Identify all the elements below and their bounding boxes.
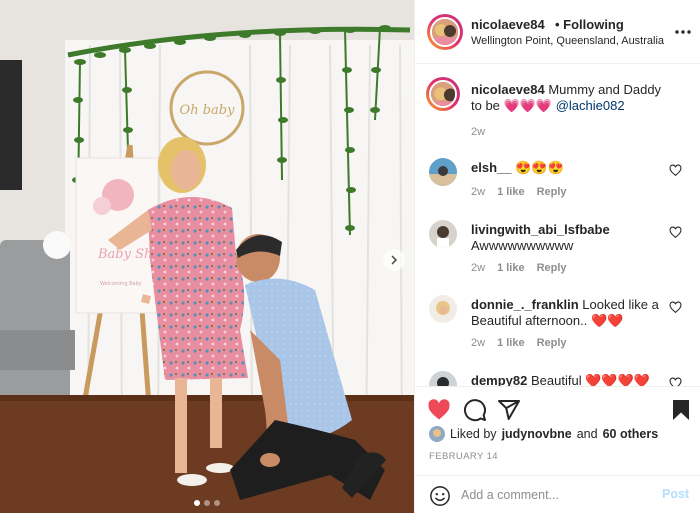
comment-username[interactable]: donnie_._franklin (471, 297, 579, 312)
comment-text: dempy82 Beautiful ❤️❤️❤️❤️ (471, 373, 671, 386)
post-photo[interactable]: Oh baby Baby Sh Welcoming Baby (0, 0, 414, 513)
comment-time[interactable]: 2w (471, 262, 485, 274)
carousel-dot (214, 500, 220, 506)
heart-icon[interactable] (669, 377, 682, 386)
post-comment-button[interactable]: Post (662, 487, 689, 501)
svg-text:Baby Sh: Baby Sh (97, 247, 152, 262)
chevron-right-icon (391, 255, 398, 265)
caption-text: nicolaeve84 Mummy and Daddy to be 💗💗💗 @l… (471, 82, 671, 114)
post-side-panel: nicolaeve84 • Following Wellington Point… (414, 0, 700, 513)
caption-time[interactable]: 2w (471, 126, 485, 138)
carousel-next-button[interactable] (383, 249, 405, 271)
comment-time[interactable]: 2w (471, 337, 485, 349)
carousel-dot (204, 500, 210, 506)
comment-icon[interactable] (463, 398, 487, 422)
avatar[interactable] (429, 158, 457, 186)
carousel-dots (0, 500, 414, 506)
liked-by-user[interactable]: judynovbne (502, 427, 572, 441)
post-location[interactable]: Wellington Point, Queensland, Australia (471, 35, 664, 47)
comment-text: donnie_._franklin Looked like a Beautifu… (471, 297, 671, 329)
comment-username[interactable]: livingwith_abi_lsfbabe (471, 222, 671, 238)
comment-likes[interactable]: 1 like (497, 186, 525, 198)
post-header: nicolaeve84 • Following Wellington Point… (415, 0, 700, 64)
comment-body: Beautiful ❤️❤️❤️❤️ (531, 373, 650, 386)
post-author-username[interactable]: nicolaeve84 (471, 17, 545, 32)
post-date[interactable]: FEBRUARY 14 (429, 451, 498, 462)
heart-icon[interactable] (669, 301, 682, 314)
reply-button[interactable]: Reply (537, 262, 567, 274)
more-icon[interactable] (673, 22, 693, 42)
comment-time[interactable]: 2w (471, 186, 485, 198)
svg-text:Welcoming Baby: Welcoming Baby (100, 281, 142, 287)
comments-list[interactable]: nicolaeve84 Mummy and Daddy to be 💗💗💗 @l… (415, 64, 700, 386)
carousel-dot-active (194, 500, 200, 506)
comment-text: livingwith_abi_lsfbabe Awwwwwwwwww (471, 222, 671, 254)
comment-input[interactable] (461, 485, 651, 505)
comment-meta: 2w 1 like Reply (471, 337, 567, 349)
liked-by-label: Liked by (450, 427, 497, 441)
liked-by-connector: and (576, 427, 598, 441)
party-photo-image: Oh baby Baby Sh Welcoming Baby (0, 0, 414, 513)
svg-text:Oh baby: Oh baby (180, 103, 236, 118)
emoji-icon[interactable] (429, 485, 451, 507)
avatar[interactable] (429, 295, 457, 323)
comment-username[interactable]: dempy82 (471, 373, 527, 386)
likes-summary: Liked by judynovbne and 60 others (429, 426, 658, 442)
heart-icon[interactable] (427, 398, 451, 422)
avatar[interactable] (429, 426, 445, 442)
avatar[interactable] (429, 220, 457, 248)
avatar[interactable] (429, 371, 457, 386)
bookmark-icon[interactable] (669, 398, 693, 422)
comment-body: 😍😍😍 (515, 160, 564, 175)
comment-text: elsh__ 😍😍😍 (471, 160, 671, 176)
comment-username[interactable]: elsh__ (471, 160, 511, 175)
avatar[interactable] (430, 17, 460, 47)
following-status[interactable]: • Following (555, 17, 624, 32)
comment-likes[interactable]: 1 like (497, 337, 525, 349)
liked-by-others[interactable]: 60 others (603, 427, 659, 441)
caption-username[interactable]: nicolaeve84 (471, 82, 545, 97)
heart-icon[interactable] (669, 164, 682, 177)
comment-meta: 2w 1 like Reply (471, 186, 567, 198)
reply-button[interactable]: Reply (537, 186, 567, 198)
avatar[interactable] (429, 80, 457, 108)
comment-meta: 2w 1 like Reply (471, 262, 567, 274)
comment-likes[interactable]: 1 like (497, 262, 525, 274)
share-icon[interactable] (497, 398, 521, 422)
caption-mention[interactable]: @lachie082 (556, 98, 625, 113)
reply-button[interactable]: Reply (537, 337, 567, 349)
add-comment-row: Post (415, 475, 700, 513)
caption-meta: 2w (471, 126, 485, 138)
heart-icon[interactable] (669, 226, 682, 239)
comment-body: Awwwwwwwwww (471, 238, 574, 253)
